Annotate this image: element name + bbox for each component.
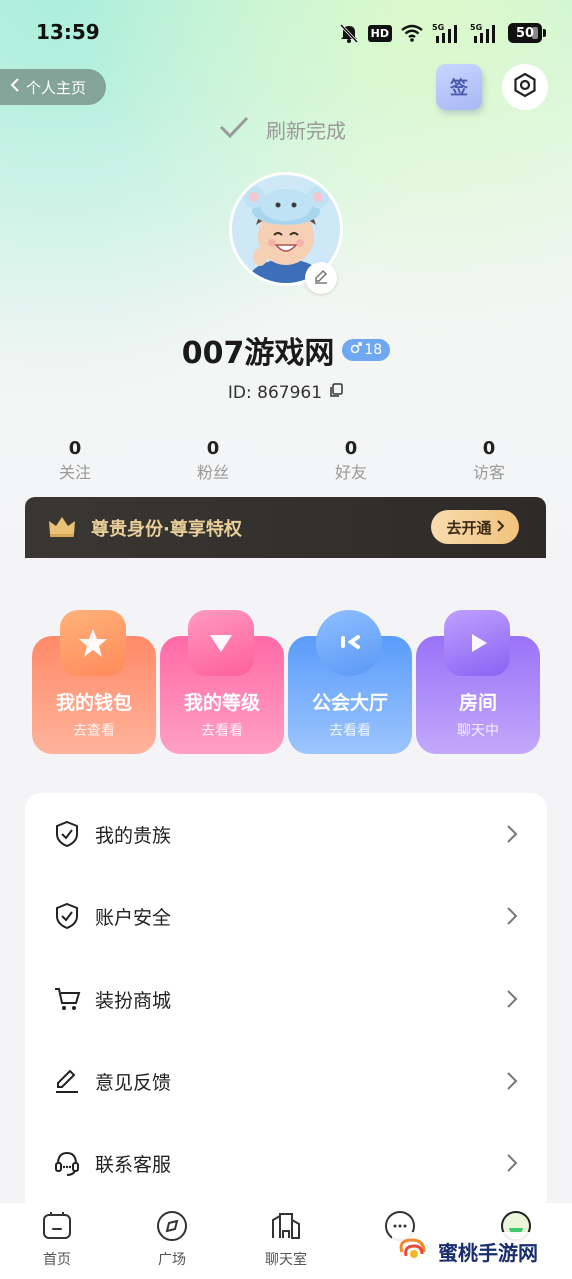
vip-text: 尊贵身份·尊享特权 [91,519,242,540]
menu-label: 意见反馈 [95,1071,172,1094]
settings-button[interactable] [502,64,548,110]
vip-banner[interactable]: 尊贵身份·尊享特权 去开通 [25,497,546,559]
stat-value: 0 [482,438,496,459]
back-to-profile-button[interactable]: 个人主页 [0,69,106,105]
battery-icon: 50 [508,22,546,44]
stat-following[interactable]: 0 关注 [30,438,120,483]
menu-label: 我的贵族 [95,824,172,847]
watermark: 蜜桃手游网 [392,1232,544,1270]
headset-icon [53,1149,81,1177]
stat-label: 粉丝 [196,463,229,482]
user-id: ID: 867961 [227,382,323,403]
room-card[interactable]: 房间 聊天中 [416,610,540,754]
watermark-text: 蜜桃手游网 [438,1240,538,1265]
chevron-right-icon [505,1153,519,1173]
male-icon [350,342,363,358]
shield-check-icon [53,820,81,848]
back-label: 个人主页 [26,78,87,97]
menu-item-feedback[interactable]: 意见反馈 [25,1040,547,1122]
sign-in-button[interactable]: 签 [436,64,482,110]
menu-item-dress-up-store[interactable]: 装扮商城 [25,958,547,1040]
stat-visitors[interactable]: 0 访客 [444,438,534,483]
menu-label: 账户安全 [95,906,172,929]
hd-badge: HD [367,22,392,44]
stat-label: 访客 [472,463,505,482]
crown-icon [47,514,77,542]
status-time: 13:59 [36,20,100,44]
star-icon [60,610,126,676]
cart-icon [53,985,81,1013]
menu-item-customer-service[interactable]: 联系客服 [25,1122,547,1204]
gear-icon [512,72,538,102]
level-card[interactable]: 我的等级 去看看 [160,610,284,754]
chevron-right-icon [505,824,519,844]
card-subtitle: 聊天中 [457,723,499,739]
card-subtitle: 去查看 [73,723,115,739]
play-icon [444,610,510,676]
chevron-right-icon [505,906,519,926]
gender-age-badge: 18 [342,339,391,361]
vip-button-label: 去开通 [446,518,492,537]
status-bar: 13:59 HD 5G 5G 50 [0,0,572,68]
stat-label: 好友 [334,463,367,482]
svg-text:5G: 5G [432,23,444,32]
triangle-icon [188,610,254,676]
age-text: 18 [364,342,383,358]
menu-label: 联系客服 [95,1153,172,1176]
edit-avatar-button[interactable] [305,262,337,294]
stat-value: 0 [344,438,358,459]
card-subtitle: 去看看 [201,723,243,739]
chevron-right-icon [505,989,519,1009]
nav-home[interactable]: 首页 [17,1209,97,1269]
stat-value: 0 [206,438,220,459]
nav-label: 聊天室 [265,1252,307,1268]
copy-icon[interactable] [328,382,344,403]
card-title: 我的钱包 [55,692,132,714]
nav-label: 广场 [158,1252,186,1268]
card-title: 公会大厅 [311,692,388,714]
chevron-right-icon [496,518,504,536]
menu-label: 装扮商城 [95,989,172,1012]
nav-label: 首页 [43,1252,71,1268]
nav-chatroom[interactable]: 聊天室 [246,1209,326,1269]
user-id-row: ID: 867961 [0,382,572,403]
vip-activate-button[interactable]: 去开通 [431,510,519,544]
signal-5g-icon: 5G [432,22,462,44]
card-title: 房间 [458,692,497,714]
checkmark-icon [218,114,250,145]
chat-bubble-icon [316,610,382,676]
refresh-status: 刷新完成 [218,114,346,145]
card-title: 我的等级 [183,692,260,714]
chevron-left-icon [10,78,20,96]
pencil-icon [53,1067,81,1095]
nav-square[interactable]: 广场 [132,1209,212,1269]
guild-hall-card[interactable]: 公会大厅 去看看 [288,610,412,754]
shield-check-icon [53,902,81,930]
refresh-text: 刷新完成 [266,119,346,143]
nickname-row: 007游戏网 18 [0,328,572,372]
menu-item-account-security[interactable]: 账户安全 [25,875,547,957]
svg-text:5G: 5G [470,23,482,32]
pencil-icon [313,268,329,288]
chevron-right-icon [505,1071,519,1091]
card-subtitle: 去看看 [329,723,371,739]
compass-icon [155,1209,189,1243]
stat-followers[interactable]: 0 粉丝 [168,438,258,483]
mute-bell-icon [338,22,360,44]
nickname: 007游戏网 [181,336,335,371]
settings-menu: 我的贵族 账户安全 装扮商城 意见反馈 联系客服 [25,793,547,1213]
stat-value: 0 [68,438,82,459]
stat-label: 关注 [58,463,91,482]
building-icon [269,1209,303,1243]
status-icons: HD 5G 5G 50 [338,22,546,44]
peach-logo-icon [396,1234,430,1268]
menu-item-nobility[interactable]: 我的贵族 [25,793,547,875]
signal-5g-icon: 5G [470,22,500,44]
sign-in-icon: 签 [450,78,468,99]
stat-friends[interactable]: 0 好友 [306,438,396,483]
home-icon [40,1209,74,1243]
wifi-icon [400,22,424,44]
wallet-card[interactable]: 我的钱包 去查看 [32,610,156,754]
